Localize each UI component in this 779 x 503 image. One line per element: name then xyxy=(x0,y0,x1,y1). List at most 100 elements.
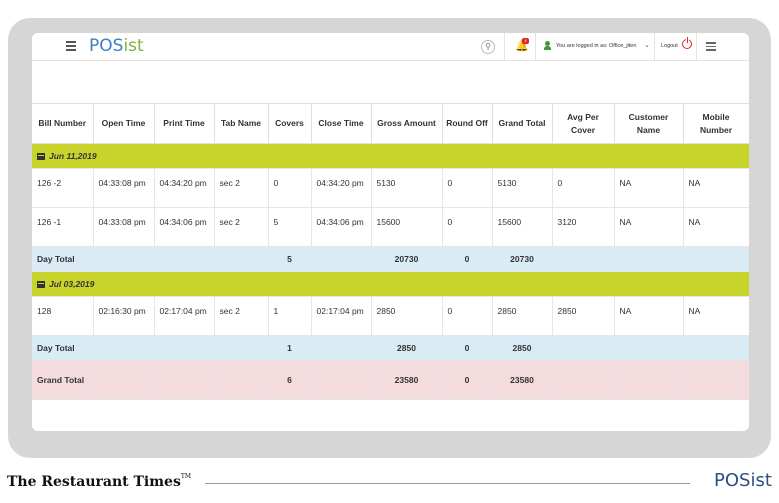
cell: 1 xyxy=(268,296,312,336)
top-navbar: POSist ⚲ 🔔 4 You are logged in as: Offic… xyxy=(32,33,749,61)
day-total-covers: 1 xyxy=(268,335,312,361)
col-tab-name[interactable]: Tab Name xyxy=(214,103,269,144)
divider xyxy=(654,33,655,61)
cell: 0 xyxy=(442,296,493,336)
col-avg-per-cover[interactable]: Avg Per Cover xyxy=(552,103,615,144)
empty-cell xyxy=(552,360,615,400)
cell: 15600 xyxy=(371,207,443,247)
day-total-gross: 2850 xyxy=(371,335,443,361)
day-total-round-off: 0 xyxy=(442,335,493,361)
empty-cell xyxy=(93,335,155,361)
col-bill-number[interactable]: Bill Number xyxy=(32,103,94,144)
table-row[interactable]: 126 -2 04:33:08 pm 04:34:20 pm sec 2 0 0… xyxy=(32,168,749,208)
col-round-off[interactable]: Round Off xyxy=(442,103,493,144)
grand-total-grand: 23580 xyxy=(492,360,553,400)
cell: sec 2 xyxy=(214,296,269,336)
cell: NA xyxy=(683,207,749,247)
date-group-row: Jun 11,2019 xyxy=(32,143,749,169)
calendar-icon xyxy=(37,153,45,160)
col-mobile-number[interactable]: Mobile Number xyxy=(683,103,749,144)
col-customer-name[interactable]: Customer Name xyxy=(614,103,684,144)
empty-cell xyxy=(311,360,372,400)
cell: 04:34:06 pm xyxy=(311,207,372,247)
footer-logo-ist: ist xyxy=(750,470,772,491)
grand-total-label: Grand Total xyxy=(32,360,94,400)
day-total-round-off: 0 xyxy=(442,246,493,272)
divider xyxy=(535,33,536,61)
cell: 0 xyxy=(442,168,493,208)
day-total-label: Day Total xyxy=(32,246,94,272)
table-row[interactable]: 126 -1 04:33:08 pm 04:34:06 pm sec 2 5 0… xyxy=(32,207,749,247)
col-open-time[interactable]: Open Time xyxy=(93,103,155,144)
power-icon[interactable] xyxy=(682,37,692,49)
empty-cell xyxy=(552,246,615,272)
cell: 5 xyxy=(268,207,312,247)
col-print-time[interactable]: Print Time xyxy=(154,103,215,144)
cell: 5130 xyxy=(371,168,443,208)
cell: 0 xyxy=(442,207,493,247)
col-covers[interactable]: Covers xyxy=(268,103,312,144)
footer-divider xyxy=(205,483,690,484)
grand-total-round-off: 0 xyxy=(442,360,493,400)
logo-ist-text: ist xyxy=(123,36,144,56)
posist-logo[interactable]: POSist xyxy=(89,36,144,56)
cell: 3120 xyxy=(552,207,615,247)
bill-report-table: Bill Number Open Time Print Time Tab Nam… xyxy=(32,103,749,400)
cell: 2850 xyxy=(552,296,615,336)
empty-cell xyxy=(683,335,749,361)
col-gross-amount[interactable]: Gross Amount xyxy=(371,103,443,144)
empty-cell xyxy=(311,246,372,272)
app-window: POSist ⚲ 🔔 4 You are logged in as: Offic… xyxy=(32,33,749,431)
cell: 15600 xyxy=(492,207,553,247)
logged-in-user-text[interactable]: You are logged in as: Office_jiten xyxy=(556,43,636,49)
empty-cell xyxy=(614,335,684,361)
empty-cell xyxy=(311,335,372,361)
cell: sec 2 xyxy=(214,207,269,247)
menu-icon[interactable] xyxy=(66,41,76,51)
cell: NA xyxy=(614,168,684,208)
day-total-grand: 2850 xyxy=(492,335,553,361)
cell: 2850 xyxy=(492,296,553,336)
table-header-row: Bill Number Open Time Print Time Tab Nam… xyxy=(32,103,749,144)
logout-button[interactable]: Logout xyxy=(661,43,678,49)
cell: 0 xyxy=(268,168,312,208)
cell: 04:34:06 pm xyxy=(154,207,215,247)
col-close-time[interactable]: Close Time xyxy=(311,103,372,144)
empty-cell xyxy=(93,360,155,400)
cell: sec 2 xyxy=(214,168,269,208)
empty-cell xyxy=(614,360,684,400)
empty-cell xyxy=(154,246,215,272)
options-menu-icon[interactable] xyxy=(706,42,716,51)
user-icon xyxy=(544,41,551,50)
table-row[interactable]: 128 02:16:30 pm 02:17:04 pm sec 2 1 02:1… xyxy=(32,296,749,336)
empty-cell xyxy=(214,335,269,361)
day-total-row: Day Total 5 20730 0 20730 xyxy=(32,246,749,272)
empty-cell xyxy=(214,246,269,272)
empty-cell xyxy=(154,360,215,400)
cell: 0 xyxy=(552,168,615,208)
date-group-row: Jul 03,2019 xyxy=(32,271,749,297)
cell: 5130 xyxy=(492,168,553,208)
col-grand-total[interactable]: Grand Total xyxy=(492,103,553,144)
publication-title: The Restaurant TimesTM xyxy=(7,473,191,490)
date-group-label: Jul 03,2019 xyxy=(49,279,95,289)
empty-cell xyxy=(154,335,215,361)
day-total-grand: 20730 xyxy=(492,246,553,272)
cell: 2850 xyxy=(371,296,443,336)
cell: 04:33:08 pm xyxy=(93,207,155,247)
empty-cell xyxy=(552,335,615,361)
empty-cell xyxy=(614,246,684,272)
cell: NA xyxy=(614,296,684,336)
cell: 126 -2 xyxy=(32,168,94,208)
day-total-covers: 5 xyxy=(268,246,312,272)
cell: 04:34:20 pm xyxy=(311,168,372,208)
empty-cell xyxy=(214,360,269,400)
trademark-mark: TM xyxy=(180,473,191,480)
empty-cell xyxy=(683,246,749,272)
search-icon[interactable]: ⚲ xyxy=(481,40,495,54)
footer-posist-logo: POSist xyxy=(714,470,772,491)
day-total-label: Day Total xyxy=(32,335,94,361)
cell: NA xyxy=(683,296,749,336)
cell: 126 -1 xyxy=(32,207,94,247)
chevron-down-icon[interactable]: ⌄ xyxy=(644,41,650,49)
